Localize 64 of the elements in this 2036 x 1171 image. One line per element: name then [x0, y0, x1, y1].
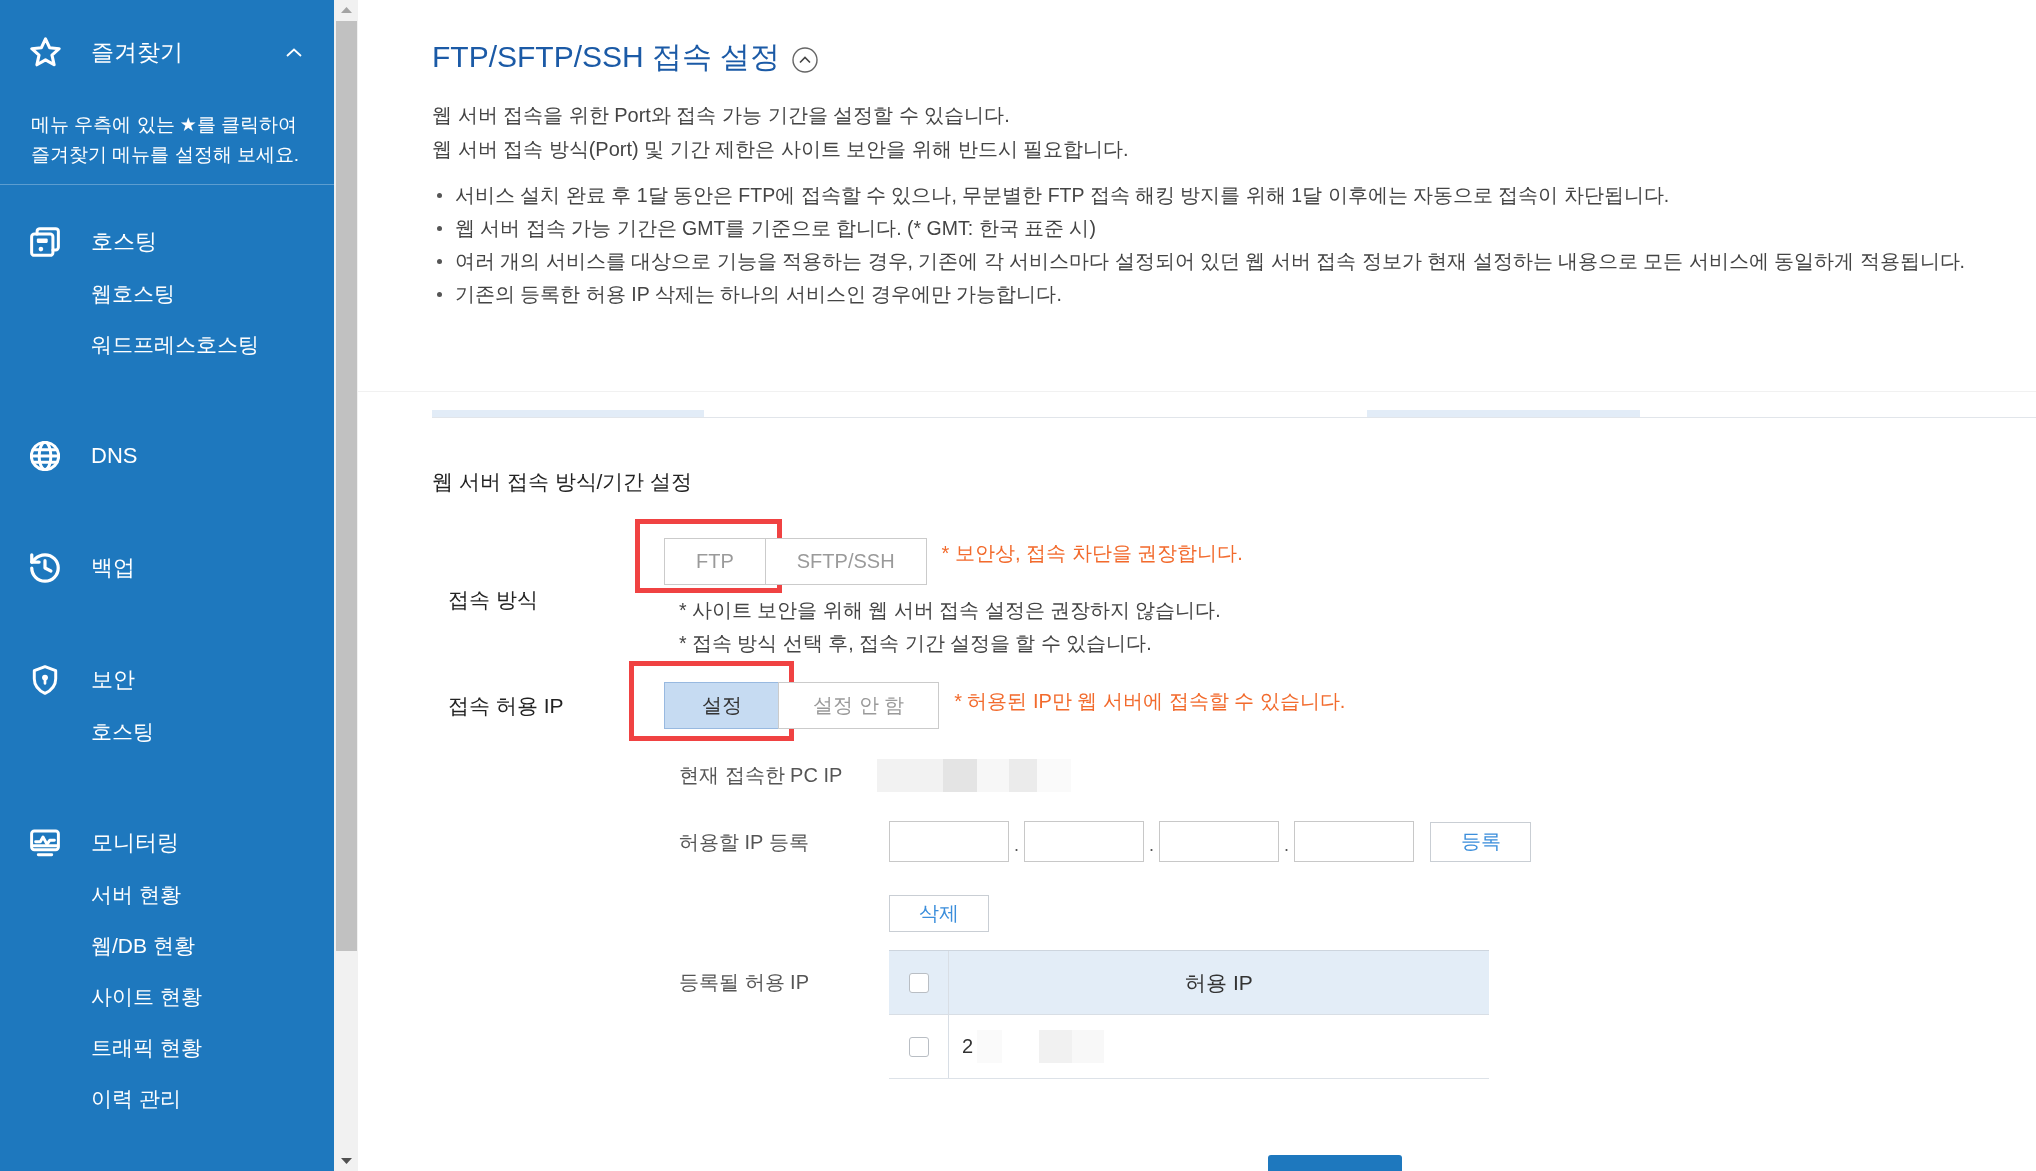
star-icon — [30, 36, 61, 68]
sidebar-subitem[interactable]: 워드프레스호스팅 — [0, 319, 334, 370]
monitor-pulse-icon — [30, 827, 60, 858]
option-button[interactable]: SFTP/SSH — [764, 538, 927, 585]
scrollbar-thumb[interactable] — [335, 21, 357, 951]
table-cell: 2 — [962, 1035, 974, 1058]
sidebar-item[interactable]: 호스팅 — [0, 215, 334, 268]
globe-icon — [30, 440, 60, 471]
clock-arrow-icon — [30, 552, 60, 583]
intro-text: 웹 서버 접속을 위한 Port와 접속 가능 기간을 설정할 수 있습니다. — [432, 103, 1011, 128]
bullet-icon — [437, 292, 442, 297]
checkbox[interactable] — [908, 972, 929, 993]
sidebar-subitem[interactable]: 서버 현황 — [0, 869, 334, 920]
separator-text: . — [1148, 834, 1155, 856]
sidebar-subitem[interactable]: 호스팅 — [0, 706, 334, 757]
field-label: 접속 방식 — [448, 586, 539, 613]
section-title: FTP/SFTP/SSH 접속 설정 — [432, 39, 781, 75]
ip-input[interactable] — [1294, 821, 1414, 862]
triangle-up-icon[interactable] — [340, 7, 352, 13]
sidebar-subitem[interactable]: 웹호스팅 — [0, 268, 334, 319]
ip-input[interactable] — [889, 821, 1009, 862]
sidebar-item[interactable]: 모니터링 — [0, 816, 334, 869]
field-label: 등록될 허용 IP — [679, 970, 810, 995]
note-text: 서비스 설치 완료 후 1달 동안은 FTP에 접속할 수 있으나, 무분별한 FTP 접속 해킹 방지를 위해 1달 이후에는 자동으로 접속이 차단됩니다. — [455, 183, 1670, 208]
column-header: 허용 IP — [1184, 969, 1254, 996]
hint-text: * 사이트 보안을 위해 웹 서버 접속 설정은 권장하지 않습니다. — [679, 598, 1222, 623]
option-button[interactable]: 설정 안 함 — [778, 682, 940, 729]
triangle-down-icon[interactable] — [340, 1158, 352, 1164]
warning-text: * 허용된 IP만 웹 서버에 접속할 수 있습니다. — [954, 689, 1346, 714]
sidebar-subitem[interactable]: 웹/DB 현황 — [0, 920, 334, 971]
favorites-hint: 메뉴 우측에 있는 ★를 클릭하여 즐겨찾기 메뉴를 설정해 보세요. — [30, 113, 301, 167]
intro-text: 웹 서버 접속 방식(Port) 및 기간 제한은 사이트 보안을 위해 반드시 필요합니다. — [432, 137, 1130, 162]
circled-chevron-up-icon[interactable] — [792, 47, 819, 73]
separator-text: . — [1283, 834, 1290, 856]
delete-button[interactable]: 삭제 — [889, 895, 989, 932]
settings-heading: 웹 서버 접속 방식/기간 설정 — [432, 469, 694, 495]
copy-icon — [30, 226, 60, 257]
separator-text: . — [1013, 834, 1020, 856]
sidebar-item[interactable]: 보안 — [0, 653, 334, 706]
note-text: 여러 개의 서비스를 대상으로 기능을 적용하는 경우, 기존에 각 서비스마다 설정되어 있던 웹 서버 접속 정보가 현재 설정하는 내용으로 모든 서비스에 동일하게 적용됩니다. — [455, 249, 1966, 274]
sidebar-item[interactable]: DNS — [0, 429, 334, 482]
ip-input[interactable] — [1024, 821, 1144, 862]
option-button[interactable]: FTP — [664, 538, 766, 585]
bullet-icon — [437, 226, 442, 231]
register-button[interactable]: 등록 — [1430, 821, 1531, 862]
bullet-icon — [437, 193, 442, 198]
shield-keyhole-icon — [30, 664, 60, 695]
sidebar-subitem[interactable]: 사이트 현황 — [0, 971, 334, 1022]
ip-input[interactable] — [1159, 821, 1279, 862]
hint-text: * 접속 방식 선택 후, 접속 기간 설정을 할 수 있습니다. — [679, 631, 1153, 656]
favorites-header[interactable]: 즐겨찾기 — [0, 22, 334, 82]
sidebar-item[interactable]: 백업 — [0, 541, 334, 594]
field-label: 접속 허용 IP — [448, 693, 565, 719]
sidebar-subitem[interactable]: 이력 관리 — [0, 1073, 334, 1124]
field-label: 현재 접속한 PC IP — [679, 763, 844, 788]
note-text: 기존의 등록한 허용 IP 삭제는 하나의 서비스인 경우에만 가능합니다. — [455, 282, 1062, 307]
sidebar-subitem[interactable]: 트래픽 현황 — [0, 1022, 334, 1073]
warning-text: * 보안상, 접속 차단을 권장합니다. — [941, 541, 1243, 566]
note-text: 웹 서버 접속 가능 기간은 GMT를 기준으로 합니다. (* GMT: 한국 표준 시) — [455, 216, 1096, 241]
bullet-icon — [437, 259, 442, 264]
field-label: 허용할 IP 등록 — [679, 829, 810, 855]
action-button[interactable] — [1268, 1155, 1402, 1171]
option-button[interactable]: 설정 — [664, 682, 779, 729]
checkbox[interactable] — [908, 1036, 929, 1057]
